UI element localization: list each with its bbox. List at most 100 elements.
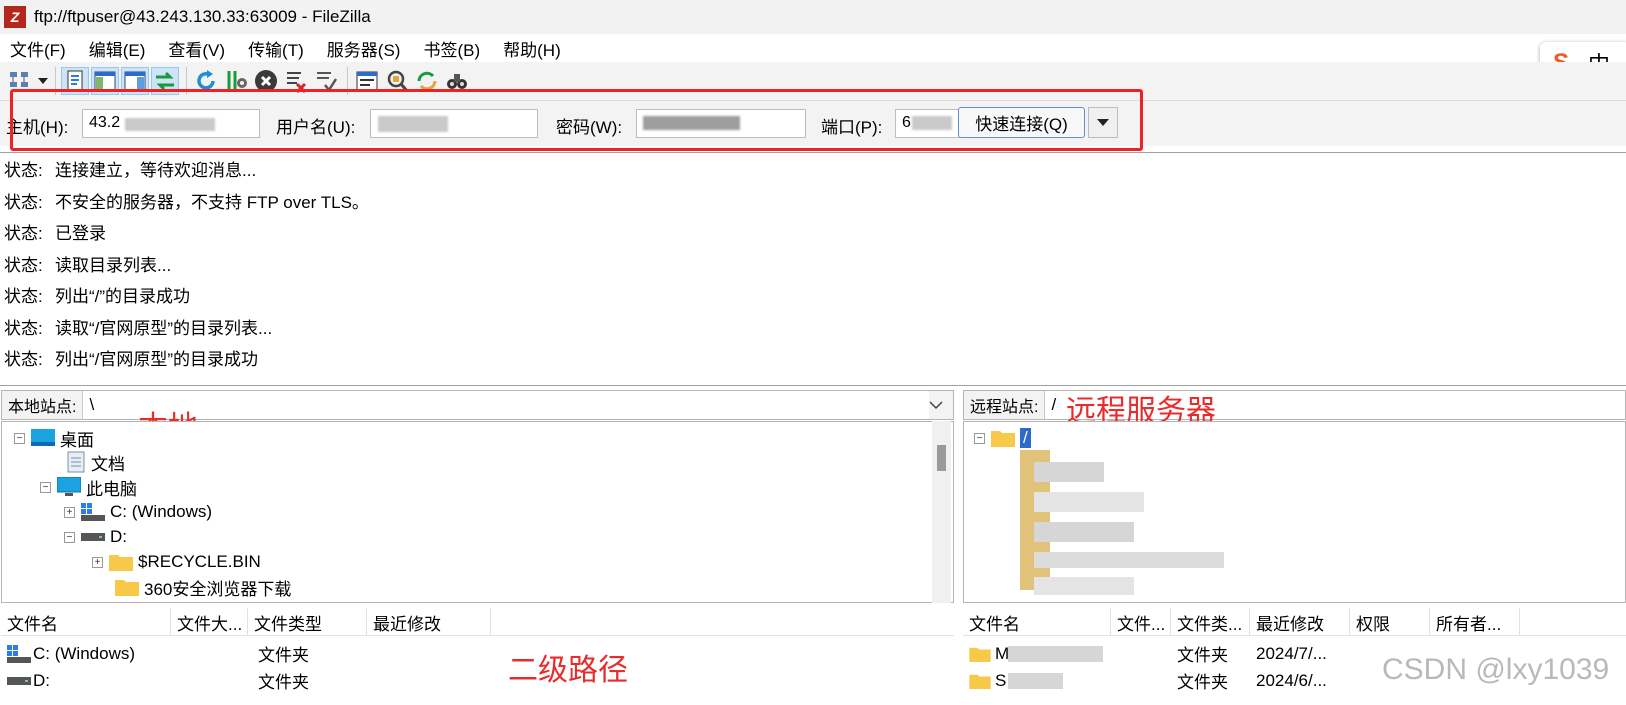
local-tree-scrollbar[interactable] — [932, 421, 951, 603]
tree-node-360-downloads[interactable]: 360安全浏览器下载 — [109, 575, 291, 599]
tree-node-label: D: — [110, 527, 127, 546]
collapse-icon[interactable]: − — [64, 531, 75, 543]
column-header-permissions[interactable]: 权限 — [1350, 608, 1430, 636]
computer-icon — [57, 477, 81, 497]
expand-icon[interactable]: + — [92, 556, 103, 568]
menu-bookmarks[interactable]: 书签(B) — [423, 36, 480, 61]
expand-icon[interactable]: + — [64, 506, 75, 518]
tree-node-label: 360安全浏览器下载 — [144, 579, 292, 599]
host-redaction — [125, 118, 215, 131]
tree-node-label: 桌面 — [60, 430, 94, 450]
search-remote-icon[interactable] — [443, 67, 471, 95]
file-type: 文件夹 — [258, 673, 309, 692]
local-tree[interactable]: − 桌面 文档 − 此电脑 + C: (Windows) − D: + $REC… — [1, 421, 954, 603]
log-line: 状态: 已登录 — [4, 224, 106, 244]
column-header-filename[interactable]: 文件名 — [963, 608, 1111, 636]
tree-node-label: 此电脑 — [86, 479, 137, 499]
tree-node-label: 文档 — [91, 454, 125, 474]
tree-node-documents[interactable]: 文档 — [60, 450, 125, 474]
file-modified: 2024/7/... — [1256, 643, 1327, 663]
quickconnect-bar: 主机(H): 43.2 用户名(U): 密码(W): 端口(P): 6 — [0, 100, 1626, 146]
compare-directories-icon[interactable] — [383, 67, 411, 95]
tree-node-c-drive[interactable]: + C: (Windows) — [64, 500, 212, 524]
collapse-icon[interactable]: − — [974, 432, 985, 444]
collapse-icon[interactable]: − — [14, 432, 25, 444]
log-line: 状态: 列出“/”的目录成功 — [4, 287, 191, 307]
quickconnect-dropdown-button[interactable] — [1088, 107, 1118, 138]
folder-icon — [969, 667, 991, 694]
tree-node-this-pc[interactable]: − 此电脑 — [40, 475, 137, 499]
directory-listing-filter-icon[interactable] — [353, 67, 381, 95]
drive-icon — [81, 531, 105, 543]
folder-icon — [115, 578, 139, 596]
toolbar — [0, 62, 1626, 100]
reconnect-icon[interactable] — [312, 67, 340, 95]
menu-server[interactable]: 服务器(S) — [327, 36, 401, 61]
filename-redaction — [1008, 646, 1103, 662]
host-label: 主机(H): — [6, 118, 69, 137]
toggle-remote-tree-icon[interactable] — [121, 67, 149, 95]
disconnect-icon[interactable] — [282, 67, 310, 95]
toggle-local-tree-icon[interactable] — [91, 67, 119, 95]
filename-redaction — [1008, 673, 1063, 689]
file-type: 文件夹 — [258, 646, 309, 665]
title-bar: Z ftp://ftpuser@43.243.130.33:63009 - Fi… — [0, 0, 1626, 34]
tree-node-recycle-bin[interactable]: + $RECYCLE.BIN — [92, 550, 261, 574]
scrollbar-thumb[interactable] — [937, 445, 946, 471]
log-line: 状态: 列出“/官网原型”的目录成功 — [4, 350, 259, 370]
menu-edit[interactable]: 编辑(E) — [89, 36, 146, 61]
site-manager-icon[interactable] — [6, 67, 34, 95]
folder-icon — [991, 429, 1015, 447]
tree-node-desktop[interactable]: − 桌面 — [14, 426, 94, 450]
local-path-input[interactable]: \ — [83, 391, 929, 419]
refresh-icon[interactable] — [192, 67, 220, 95]
remote-tree[interactable]: − / — [963, 421, 1626, 603]
remote-list-header: 文件名 文件... 文件类... 最近修改 权限 所有者... — [963, 608, 1626, 636]
toggle-transfer-queue-icon[interactable] — [151, 67, 179, 95]
status-log[interactable]: 状态: 连接建立，等待欢迎消息... 状态: 不安全的服务器，不支持 FTP ove… — [0, 152, 1626, 386]
file-name: S — [995, 670, 1007, 690]
menu-transfer[interactable]: 传输(T) — [248, 36, 304, 61]
toolbar-divider — [347, 67, 348, 95]
process-queue-icon[interactable] — [222, 67, 250, 95]
file-modified: 2024/6/... — [1256, 670, 1327, 690]
column-header-type[interactable]: 文件类... — [1171, 608, 1250, 636]
toggle-log-icon[interactable] — [61, 67, 89, 95]
tree-node-d-drive[interactable]: − D: — [64, 525, 127, 549]
windows-drive-icon — [81, 503, 105, 521]
chevron-down-icon[interactable] — [929, 400, 943, 410]
log-line: 状态: 连接建立，等待欢迎消息... — [4, 161, 257, 181]
quickconnect-button[interactable]: 快速连接(Q) — [958, 107, 1085, 138]
sync-browsing-icon[interactable] — [413, 67, 441, 95]
column-header-modified[interactable]: 最近修改 — [1250, 608, 1350, 636]
folder-icon — [969, 640, 991, 667]
window-title: ftp://ftpuser@43.243.130.33:63009 - File… — [34, 7, 371, 26]
file-name: D: — [33, 670, 50, 690]
cancel-icon[interactable] — [252, 67, 280, 95]
document-icon — [66, 451, 86, 473]
tree-node-root[interactable]: − / — [974, 426, 1031, 450]
username-redaction — [378, 116, 448, 132]
list-item[interactable]: D: 文件夹 — [1, 667, 954, 694]
column-header-type[interactable]: 文件类型 — [248, 608, 367, 636]
column-header-size[interactable]: 文件大... — [171, 608, 248, 636]
local-list-header: 文件名 文件大... 文件类型 最近修改 — [1, 608, 954, 636]
column-header-modified[interactable]: 最近修改 — [367, 608, 491, 636]
log-line: 状态: 读取“/官网原型”的目录列表... — [4, 318, 273, 338]
menu-view[interactable]: 查看(V) — [168, 36, 225, 61]
collapse-icon[interactable]: − — [40, 481, 51, 493]
column-header-owner[interactable]: 所有者... — [1430, 608, 1520, 636]
log-line: 状态: 不安全的服务器，不支持 FTP over TLS。 — [4, 192, 369, 212]
site-manager-dropdown-icon[interactable] — [36, 67, 50, 95]
annotation-list: 二级路径 — [508, 654, 628, 687]
filezilla-logo-icon: Z — [4, 6, 26, 28]
menu-file[interactable]: 文件(F) — [10, 36, 66, 61]
folder-icon — [109, 553, 133, 571]
remote-path-bar: 远程站点: / — [963, 390, 1626, 420]
column-header-filename[interactable]: 文件名 — [1, 608, 171, 636]
list-item[interactable]: C: (Windows) 文件夹 — [1, 640, 954, 667]
column-header-size[interactable]: 文件... — [1111, 608, 1171, 636]
file-name: C: (Windows) — [33, 643, 136, 663]
file-type: 文件夹 — [1177, 646, 1228, 665]
menu-help[interactable]: 帮助(H) — [503, 36, 561, 61]
